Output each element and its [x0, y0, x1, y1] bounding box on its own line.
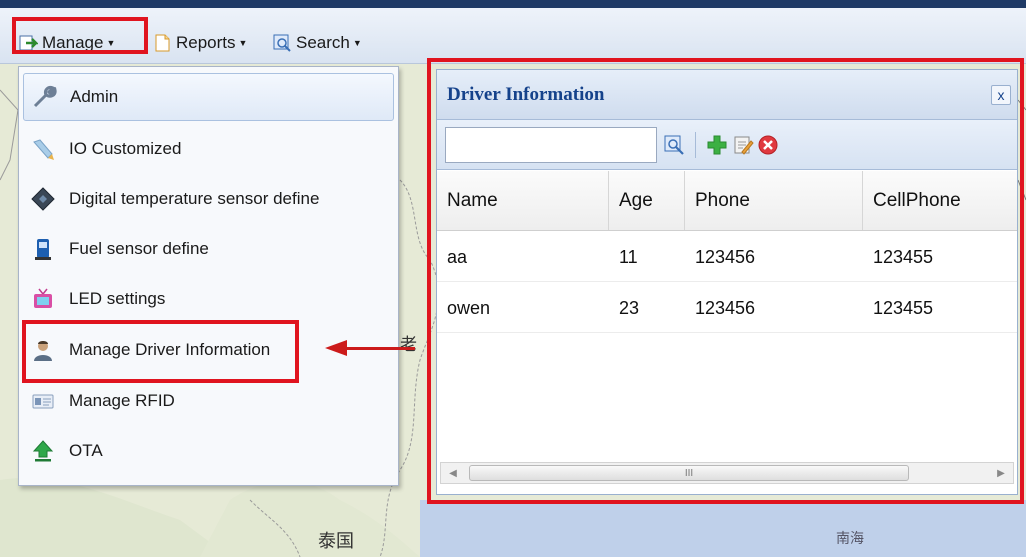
delete-driver-button[interactable] [755, 132, 781, 158]
menu-item-label: LED settings [69, 289, 166, 308]
fuel-pump-icon [29, 235, 57, 263]
table-row[interactable]: aa 11 123456 123455 [437, 232, 1017, 282]
menu-item-label: IO Customized [69, 139, 182, 158]
scroll-right-arrow-icon[interactable]: ▶ [989, 463, 1013, 483]
cell-cellphone: 123455 [873, 297, 934, 318]
window-header[interactable]: Driver Information x [437, 70, 1017, 120]
arrow-line [345, 347, 415, 350]
menu-item-label: Manage RFID [69, 391, 175, 410]
sensor-chip-icon [29, 185, 57, 213]
edit-icon [734, 136, 754, 155]
menu-item-label: Digital temperature sensor define [69, 189, 320, 208]
toolbar-separator [695, 132, 696, 158]
arrow-head-icon [325, 340, 347, 356]
menu-item-label: OTA [69, 441, 103, 460]
column-header-age[interactable]: Age [609, 171, 685, 230]
chevron-down-icon: ▼ [238, 38, 248, 48]
menu-item-digital-temperature-sensor[interactable]: Digital temperature sensor define [23, 175, 394, 223]
grid-header: Name Age Phone CellPhone [437, 171, 1017, 231]
menu-item-label: Fuel sensor define [69, 239, 209, 258]
cell-name: owen [447, 297, 491, 318]
table-row[interactable]: owen 23 123456 123455 [437, 283, 1017, 333]
scroll-left-arrow-icon[interactable]: ◀ [441, 463, 465, 483]
upload-arrow-icon [29, 437, 57, 465]
cell-phone: 123456 [695, 246, 756, 267]
column-header-name[interactable]: Name [437, 171, 609, 230]
window-toolbar [437, 120, 1017, 170]
menu-item-led-settings[interactable]: LED settings [23, 275, 394, 323]
search-icon [273, 34, 291, 52]
search-menu-button[interactable]: Search ▼ [272, 30, 362, 56]
search-icon [664, 135, 684, 155]
menu-item-label: Admin [70, 87, 119, 106]
menu-item-ota[interactable]: OTA [23, 427, 394, 475]
menu-item-fuel-sensor[interactable]: Fuel sensor define [23, 225, 394, 273]
horizontal-scrollbar[interactable]: ◀ III ▶ [440, 462, 1014, 484]
cell-name: aa [447, 246, 468, 267]
reports-icon [155, 34, 170, 52]
cell-age: 11 [619, 246, 638, 267]
driver-menu-highlight-box [22, 320, 299, 383]
column-header-phone[interactable]: Phone [685, 171, 863, 230]
delete-icon [758, 135, 778, 155]
manage-dropdown-menu: Admin IO Customized Digital temperature … [18, 66, 399, 486]
driver-search-input[interactable] [445, 127, 657, 163]
manage-highlight-box [12, 17, 148, 54]
column-header-cellphone[interactable]: CellPhone [863, 171, 1017, 230]
search-button[interactable] [661, 132, 687, 158]
reports-label: Reports [176, 33, 236, 52]
scrollbar-thumb[interactable]: III [469, 465, 909, 481]
map-label-laos: 老 [400, 335, 417, 355]
pencil-icon [29, 135, 57, 163]
edit-driver-button[interactable] [730, 132, 756, 158]
top-toolbar: Manage ▼ Reports ▼ Search ▼ [0, 0, 1026, 64]
map-label-south-china-sea: 南海 [836, 531, 864, 547]
cell-phone: 123456 [695, 297, 756, 318]
tv-icon [29, 285, 57, 313]
close-button[interactable]: x [991, 85, 1011, 105]
scrollbar-grip: III [684, 467, 694, 479]
id-card-icon [29, 387, 57, 415]
menu-item-manage-rfid[interactable]: Manage RFID [23, 377, 394, 425]
map-label-thailand: 泰国 [318, 531, 354, 552]
window-title: Driver Information [447, 84, 605, 105]
cell-age: 23 [619, 297, 640, 318]
menu-item-io-customized[interactable]: IO Customized [23, 125, 394, 173]
wrench-icon [30, 83, 58, 111]
add-driver-button[interactable] [704, 132, 730, 158]
driver-information-window: Driver Information x Name Age Phone Cell… [436, 69, 1018, 495]
chevron-down-icon: ▼ [352, 38, 362, 48]
reports-menu-button[interactable]: Reports ▼ [152, 30, 247, 56]
search-label: Search [296, 33, 350, 52]
cell-cellphone: 123455 [873, 246, 934, 267]
menu-item-admin[interactable]: Admin [23, 73, 394, 121]
plus-icon [707, 135, 727, 155]
